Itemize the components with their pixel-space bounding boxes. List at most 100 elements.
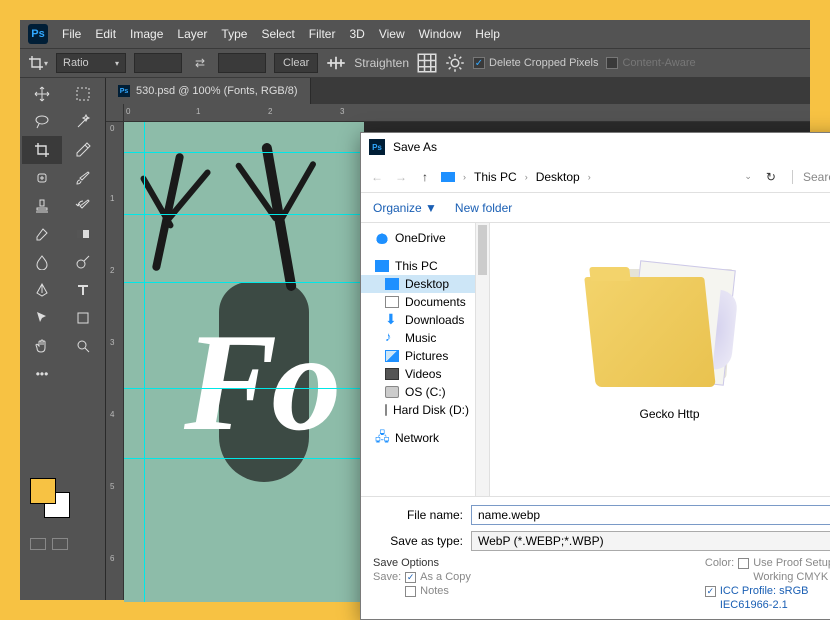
crop-preset-select[interactable]: Ratio▾	[56, 53, 126, 73]
crop-height-input[interactable]	[218, 53, 266, 73]
quickmask-icon[interactable]	[30, 538, 46, 550]
nav-back-icon[interactable]: ←	[369, 170, 385, 184]
new-folder-button[interactable]: New folder	[455, 201, 512, 215]
refresh-icon[interactable]: ↻	[766, 170, 776, 184]
document-tab[interactable]: Ps 530.psd @ 100% (Fonts, RGB/8)	[106, 78, 311, 104]
color-label: Color:	[705, 557, 734, 569]
guide[interactable]	[124, 214, 364, 215]
folder-geckohttp[interactable]	[590, 263, 750, 393]
tree-thispc[interactable]: This PC	[361, 257, 475, 275]
straighten-icon[interactable]	[326, 53, 346, 73]
stamp-tool[interactable]	[22, 192, 62, 220]
explorer-tree: OneDrive This PC Desktop Documents ⬇Down…	[361, 223, 476, 496]
menu-view[interactable]: View	[379, 27, 405, 41]
dodge-tool[interactable]	[63, 248, 103, 276]
search-input[interactable]: Search	[792, 170, 830, 184]
organize-menu[interactable]: Organize ▼	[373, 201, 437, 215]
gradient-tool[interactable]	[63, 220, 103, 248]
desktop-icon	[385, 278, 399, 290]
menu-help[interactable]: Help	[475, 27, 500, 41]
crop-settings-icon[interactable]	[445, 53, 465, 73]
proof-checkbox[interactable]	[738, 558, 749, 569]
menu-file[interactable]: File	[62, 27, 81, 41]
as-copy-checkbox[interactable]	[405, 572, 416, 583]
hand-tool[interactable]	[22, 332, 62, 360]
crop-tool-main[interactable]	[22, 136, 62, 164]
menu-image[interactable]: Image	[130, 27, 163, 41]
ruler-horizontal[interactable]: 0 1 2 3	[124, 104, 810, 122]
screenmode-icon[interactable]	[52, 538, 68, 550]
icc-checkbox[interactable]	[705, 586, 716, 597]
breadcrumb-thispc[interactable]: This PC	[474, 170, 517, 184]
menu-filter[interactable]: Filter	[309, 27, 336, 41]
tree-network[interactable]: 🖧Network	[361, 429, 475, 447]
lasso-tool[interactable]	[22, 108, 62, 136]
foreground-color[interactable]	[30, 478, 56, 504]
guide[interactable]	[124, 388, 364, 389]
guide[interactable]	[124, 152, 364, 153]
notes-checkbox[interactable]	[405, 586, 416, 597]
tree-osc[interactable]: OS (C:)	[361, 383, 475, 401]
canvas[interactable]: Fo	[124, 122, 364, 602]
chevron-right-icon: ›	[463, 172, 466, 182]
breadcrumb-desktop[interactable]: Desktop	[536, 170, 580, 184]
tree-hdd[interactable]: Hard Disk (D:)	[361, 401, 475, 419]
swap-dimensions-icon[interactable]: ⇄	[190, 53, 210, 73]
edit-toolbar[interactable]: •••	[22, 360, 62, 388]
nav-up-icon[interactable]: ↑	[417, 170, 433, 184]
healing-brush-tool[interactable]	[22, 164, 62, 192]
marquee-tool[interactable]	[63, 80, 103, 108]
video-icon	[385, 368, 399, 380]
chevron-down-icon[interactable]: ⌄	[744, 171, 752, 182]
nav-forward-icon[interactable]: →	[393, 170, 409, 184]
dialog-titlebar[interactable]: Ps Save As	[361, 133, 830, 161]
network-icon: 🖧	[375, 432, 389, 444]
overlay-grid-icon[interactable]	[417, 53, 437, 73]
menu-select[interactable]: Select	[261, 27, 294, 41]
tree-downloads[interactable]: ⬇Downloads	[361, 311, 475, 329]
ruler-vertical[interactable]: 0 1 2 3 4 5 6	[106, 122, 124, 600]
tree-documents[interactable]: Documents	[361, 293, 475, 311]
filename-input[interactable]: name.webp	[471, 505, 830, 525]
guide[interactable]	[124, 458, 364, 459]
tree-scrollbar[interactable]	[476, 223, 490, 496]
explorer-content[interactable]: Gecko Http	[490, 223, 830, 496]
crop-width-input[interactable]	[134, 53, 182, 73]
color-swatches[interactable]	[30, 478, 56, 504]
eyedropper-tool[interactable]	[63, 136, 103, 164]
guide[interactable]	[124, 282, 364, 283]
tree-videos[interactable]: Videos	[361, 365, 475, 383]
tree-onedrive[interactable]: OneDrive	[361, 229, 475, 247]
screen-mode[interactable]	[30, 538, 68, 550]
type-tool[interactable]	[63, 276, 103, 304]
tree-desktop[interactable]: Desktop	[361, 275, 475, 293]
crop-tool-icon[interactable]: ▾	[28, 53, 48, 73]
guide[interactable]	[144, 122, 145, 602]
menu-type[interactable]: Type	[221, 27, 247, 41]
menu-window[interactable]: Window	[419, 27, 462, 41]
eraser-tool[interactable]	[22, 220, 62, 248]
menu-edit[interactable]: Edit	[95, 27, 116, 41]
tree-music[interactable]: ♪Music	[361, 329, 475, 347]
path-select-tool[interactable]	[22, 304, 62, 332]
filetype-select[interactable]: WebP (*.WEBP;*.WBP)	[471, 531, 830, 551]
clear-button[interactable]: Clear	[274, 53, 318, 73]
scrollbar-thumb[interactable]	[478, 225, 487, 275]
shape-tool[interactable]	[63, 304, 103, 332]
magic-wand-tool[interactable]	[63, 108, 103, 136]
ruler-origin[interactable]	[106, 104, 124, 122]
content-aware-checkbox[interactable]: Content-Aware	[606, 57, 695, 69]
menu-3d[interactable]: 3D	[349, 27, 364, 41]
history-brush-tool[interactable]	[63, 192, 103, 220]
icc-link-2[interactable]: IEC61966-2.1	[720, 599, 788, 611]
move-tool[interactable]	[22, 80, 62, 108]
brush-tool[interactable]	[63, 164, 103, 192]
delete-cropped-checkbox[interactable]: ✓Delete Cropped Pixels	[473, 57, 598, 69]
zoom-tool[interactable]	[63, 332, 103, 360]
tree-pictures[interactable]: Pictures	[361, 347, 475, 365]
menu-layer[interactable]: Layer	[177, 27, 207, 41]
blur-tool[interactable]	[22, 248, 62, 276]
icc-link[interactable]: ICC Profile: sRGB	[720, 585, 809, 597]
straighten-label[interactable]: Straighten	[354, 56, 409, 70]
pen-tool[interactable]	[22, 276, 62, 304]
